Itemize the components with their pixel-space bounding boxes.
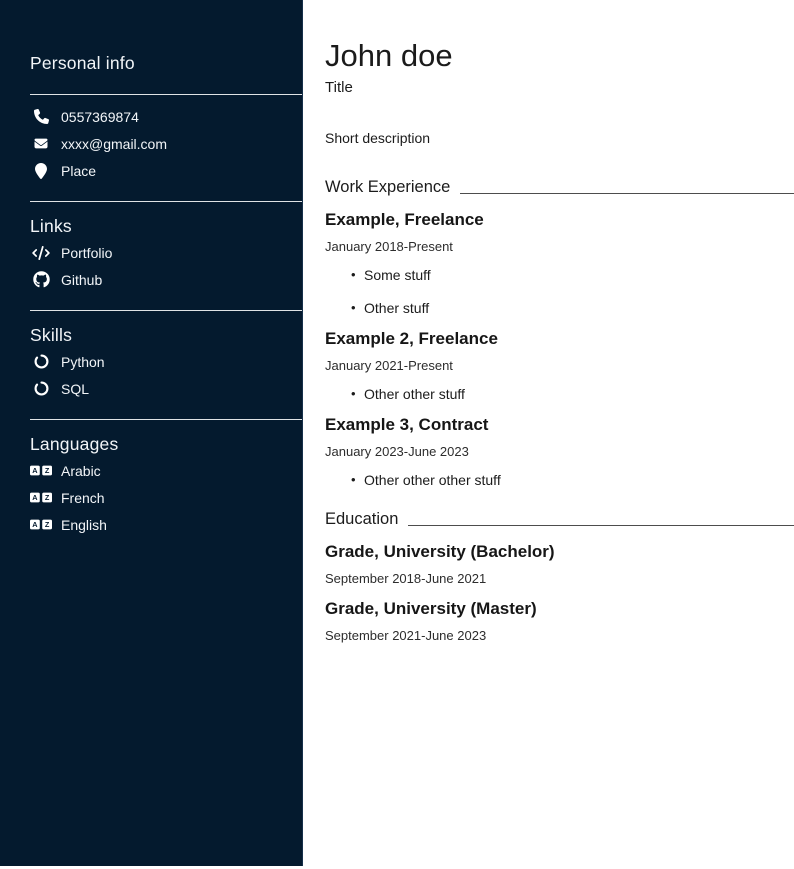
language-icon: AZ — [30, 464, 52, 477]
circle-notch-icon — [30, 354, 52, 369]
link-github[interactable]: Github — [30, 266, 302, 293]
phone-icon — [30, 109, 52, 124]
education-heading: Education — [325, 510, 794, 529]
bullet-item: Other other stuff — [351, 386, 794, 402]
divider — [30, 201, 302, 202]
education-entry-title: Grade, University (Bachelor) — [325, 542, 794, 562]
links-heading: Links — [30, 216, 302, 237]
education-entry-date: September 2018-June 2021 — [325, 571, 794, 586]
resume-main-content: John doe Title Short description Work Ex… — [325, 0, 794, 643]
languages-section: Languages AZ Arabic AZ French AZ — [30, 434, 302, 538]
bullet-item: Some stuff — [351, 267, 794, 283]
bullet-item: Other other other stuff — [351, 472, 794, 488]
skill-label: Python — [61, 354, 105, 370]
circle-notch-icon — [30, 381, 52, 396]
work-entry-bullets: Other other other stuff — [325, 472, 794, 488]
work-experience-heading-label: Work Experience — [325, 178, 450, 197]
work-entry: Example, Freelance January 2018-Present … — [325, 210, 794, 316]
work-entry: Example 3, Contract January 2023-June 20… — [325, 415, 794, 488]
education-entry: Grade, University (Bachelor) September 2… — [325, 542, 794, 586]
education-entry-date: September 2021-June 2023 — [325, 628, 794, 643]
language-label: Arabic — [61, 463, 101, 479]
svg-text:A: A — [32, 466, 38, 475]
location-pin-icon — [30, 163, 52, 179]
github-link-label: Github — [61, 272, 102, 288]
svg-text:Z: Z — [45, 466, 50, 475]
divider — [30, 94, 302, 95]
language-label: French — [61, 490, 105, 506]
envelope-icon — [30, 137, 52, 150]
svg-text:A: A — [32, 520, 38, 529]
sidebar: Personal info 0557369874 xxxx@gmail.com … — [0, 0, 303, 866]
contact-list: 0557369874 xxxx@gmail.com Place — [30, 103, 302, 184]
work-entry-bullets: Other other stuff — [325, 386, 794, 402]
code-icon — [30, 246, 52, 260]
github-icon — [30, 271, 52, 288]
divider — [30, 419, 302, 420]
svg-text:Z: Z — [45, 493, 50, 502]
skill-row: SQL — [30, 375, 302, 402]
education-entry: Grade, University (Master) September 202… — [325, 599, 794, 643]
language-icon: AZ — [30, 491, 52, 504]
work-entry-date: January 2021-Present — [325, 358, 794, 373]
contact-phone-row: 0557369874 — [30, 103, 302, 130]
language-row: AZ French — [30, 484, 302, 511]
work-entry-date: January 2023-June 2023 — [325, 444, 794, 459]
contact-place-row: Place — [30, 157, 302, 184]
work-entry-title: Example 3, Contract — [325, 415, 794, 435]
skill-label: SQL — [61, 381, 89, 397]
education-heading-label: Education — [325, 510, 398, 529]
links-section: Links Portfolio Github — [30, 216, 302, 293]
work-entry-title: Example, Freelance — [325, 210, 794, 230]
candidate-title: Title — [325, 79, 794, 97]
work-experience-heading: Work Experience — [325, 178, 794, 197]
short-description: Short description — [325, 130, 794, 147]
heading-rule — [408, 525, 794, 526]
candidate-name: John doe — [325, 38, 794, 74]
contact-email-row: xxxx@gmail.com — [30, 130, 302, 157]
education-entry-title: Grade, University (Master) — [325, 599, 794, 619]
work-entry: Example 2, Freelance January 2021-Presen… — [325, 329, 794, 402]
personal-info-heading: Personal info — [30, 53, 302, 74]
languages-heading: Languages — [30, 434, 302, 455]
language-label: English — [61, 517, 107, 533]
heading-rule — [460, 193, 794, 194]
language-row: AZ Arabic — [30, 457, 302, 484]
link-portfolio[interactable]: Portfolio — [30, 239, 302, 266]
skills-heading: Skills — [30, 325, 302, 346]
svg-text:A: A — [32, 493, 38, 502]
email-address: xxxx@gmail.com — [61, 136, 167, 152]
skill-row: Python — [30, 348, 302, 375]
work-entry-bullets: Some stuff Other stuff — [325, 267, 794, 316]
work-entry-title: Example 2, Freelance — [325, 329, 794, 349]
language-icon: AZ — [30, 518, 52, 531]
svg-text:Z: Z — [45, 520, 50, 529]
skills-section: Skills Python SQL — [30, 325, 302, 402]
divider — [30, 310, 302, 311]
portfolio-link-label: Portfolio — [61, 245, 112, 261]
place-label: Place — [61, 163, 96, 179]
work-entry-date: January 2018-Present — [325, 239, 794, 254]
language-row: AZ English — [30, 511, 302, 538]
bullet-item: Other stuff — [351, 300, 794, 316]
phone-number: 0557369874 — [61, 109, 139, 125]
